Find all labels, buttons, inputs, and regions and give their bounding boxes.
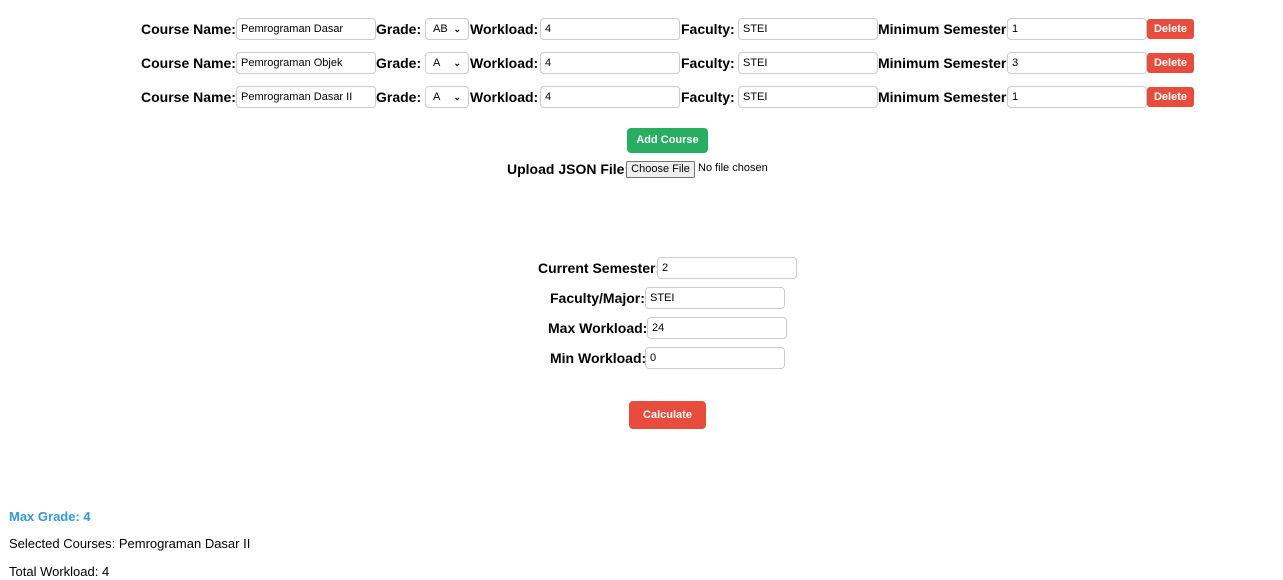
current-semester-input[interactable]: 2 [657,257,797,279]
grade-value: A [433,91,441,103]
course-name-label: Course Name: [141,89,236,105]
min-semester-input[interactable]: 1 [1007,86,1147,108]
course-name-input[interactable]: Pemrograman Objek [236,52,376,74]
workload-input[interactable]: 4 [540,86,680,108]
file-status: No file chosen [698,162,768,174]
course-name-label: Course Name: [141,21,236,37]
current-semester-label: Current Semester: [538,260,661,276]
faculty-major-label: Faculty/Major: [550,290,645,306]
min-workload-label: Min Workload: [550,350,647,366]
grade-label: Grade: [376,89,422,105]
upload-label: Upload JSON File: [507,161,630,177]
delete-button[interactable]: Delete [1147,53,1194,73]
chevron-down-icon: ⌄ [453,58,461,68]
grade-label: Grade: [376,21,422,37]
min-semester-label: Minimum Semester: [878,89,1012,105]
selected-courses: Selected Courses: Pemrograman Dasar II [9,536,251,551]
faculty-label: Faculty: [681,55,735,71]
min-semester-input[interactable]: 3 [1007,52,1147,74]
workload-label: Workload: [470,21,539,37]
calculate-button[interactable]: Calculate [629,401,706,429]
faculty-input[interactable]: STEI [738,18,878,40]
faculty-input[interactable]: STEI [738,52,878,74]
delete-button[interactable]: Delete [1147,19,1194,39]
min-workload-input[interactable]: 0 [645,347,785,369]
grade-select[interactable]: A ⌄ [425,52,469,74]
grade-value: A [433,57,441,69]
total-workload: Total Workload: 4 [9,564,110,579]
grade-value: AB [433,23,448,35]
min-semester-input[interactable]: 1 [1007,18,1147,40]
max-grade: Max Grade: 4 [9,509,91,524]
faculty-label: Faculty: [681,89,735,105]
course-name-input[interactable]: Pemrograman Dasar II [236,86,376,108]
choose-file-button[interactable]: Choose File [626,161,695,178]
workload-label: Workload: [470,55,539,71]
faculty-major-input[interactable]: STEI [645,287,785,309]
delete-button[interactable]: Delete [1147,87,1194,107]
workload-input[interactable]: 4 [540,18,680,40]
min-semester-label: Minimum Semester: [878,21,1012,37]
chevron-down-icon: ⌄ [453,92,461,102]
min-semester-label: Minimum Semester: [878,55,1012,71]
course-name-input[interactable]: Pemrograman Dasar [236,18,376,40]
max-workload-label: Max Workload: [548,320,648,336]
faculty-input[interactable]: STEI [738,86,878,108]
workload-input[interactable]: 4 [540,52,680,74]
course-name-label: Course Name: [141,55,236,71]
grade-label: Grade: [376,55,422,71]
max-workload-input[interactable]: 24 [647,317,787,339]
faculty-label: Faculty: [681,21,735,37]
grade-select[interactable]: AB ⌄ [425,18,469,40]
grade-select[interactable]: A ⌄ [425,86,469,108]
add-course-button[interactable]: Add Course [627,128,708,153]
chevron-down-icon: ⌄ [453,24,461,34]
workload-label: Workload: [470,89,539,105]
